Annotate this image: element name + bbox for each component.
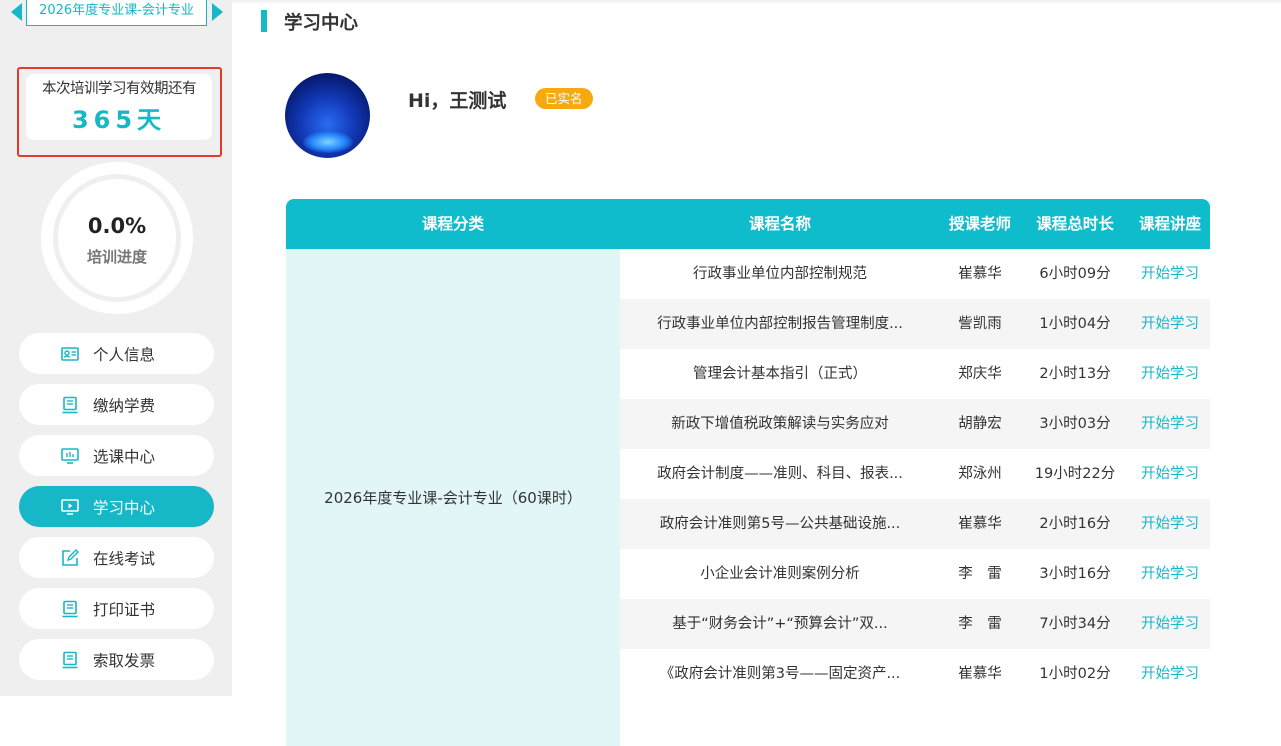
course-duration: 7小时34分 (1039, 616, 1111, 632)
start-learning-link[interactable]: 开始学习 (1130, 249, 1210, 299)
title-accent-bar (261, 10, 267, 32)
course-name: 新政下增值税政策解读与实务应对 (671, 416, 889, 432)
progress-value: 0.0% (87, 214, 147, 238)
start-learning-link[interactable]: 开始学习 (1130, 599, 1210, 649)
start-learning-link[interactable]: 开始学习 (1130, 399, 1210, 449)
progress-track (53, 174, 181, 302)
course-duration: 3小时16分 (1039, 566, 1111, 582)
main-content: 学习中心 Hi，王测试 已实名 课程分类 课程名称 授课老师 课程总时长 课程讲… (232, 0, 1281, 746)
teacher-name: 郑泳州 (958, 466, 1002, 482)
header-teacher: 授课老师 (948, 215, 1011, 233)
nav-item-course-selection[interactable]: 选课中心 (19, 435, 214, 476)
course-name: 行政事业单位内部控制规范 (693, 266, 867, 282)
course-name: 基于“财务会计”+“预算会计”双... (672, 616, 888, 632)
course-name: 政府会计准则第5号—公共基础设施... (659, 516, 901, 532)
table-row: 政府会计准则第5号—公共基础设施... 崔慕华 2小时16分 开始学习 (620, 499, 1210, 549)
course-switcher: 2026年度专业课-会计专业 (11, 0, 223, 26)
course-duration: 1小时04分 (1039, 316, 1111, 332)
course-duration: 19小时22分 (1034, 466, 1116, 482)
course-duration: 2小时16分 (1039, 516, 1111, 532)
nav-label: 打印证书 (93, 600, 156, 619)
start-learning-link[interactable]: 开始学习 (1130, 649, 1210, 699)
avatar[interactable] (285, 73, 370, 158)
course-name: 管理会计基本指引（正式） (693, 366, 867, 382)
verified-badge: 已实名 (535, 88, 593, 109)
table-header: 课程分类 课程名称 授课老师 课程总时长 课程讲座 (286, 199, 1210, 249)
course-name: 行政事业单位内部控制报告管理制度... (657, 316, 903, 332)
monitor-icon (61, 447, 79, 465)
nav-item-request-invoice[interactable]: 索取发票 (19, 639, 214, 680)
nav-label: 在线考试 (93, 549, 156, 568)
nav-label: 学习中心 (93, 498, 156, 517)
edit-icon (61, 548, 79, 567)
teacher-name: 崔慕华 (958, 516, 1002, 532)
teacher-name: 李 雷 (958, 616, 1002, 632)
teacher-name: 李 雷 (958, 566, 1002, 582)
nav-item-print-certificate[interactable]: 打印证书 (19, 588, 214, 629)
teacher-name: 訾凯雨 (958, 316, 1002, 332)
start-learning-link[interactable]: 开始学习 (1130, 349, 1210, 399)
page-title: 学习中心 (284, 13, 359, 34)
nav-item-pay-tuition[interactable]: 缴纳学费 (19, 384, 214, 425)
start-learning-link[interactable]: 开始学习 (1130, 449, 1210, 499)
id-card-icon (61, 345, 79, 363)
course-duration: 6小时09分 (1039, 266, 1111, 282)
nav-item-online-exam[interactable]: 在线考试 (19, 537, 214, 578)
course-duration: 3小时03分 (1039, 416, 1111, 432)
avatar-glow (303, 131, 353, 153)
start-learning-link[interactable]: 开始学习 (1130, 499, 1210, 549)
header-category: 课程分类 (421, 215, 484, 233)
header-course-name: 课程名称 (748, 215, 811, 233)
table-row: 政府会计制度——准则、科目、报表... 郑泳州 19小时22分 开始学习 (620, 449, 1210, 499)
header-action: 课程讲座 (1138, 215, 1201, 233)
course-name: 政府会计制度——准则、科目、报表... (657, 466, 903, 482)
invoice-icon (61, 651, 79, 669)
nav-item-personal-info[interactable]: 个人信息 (19, 333, 214, 374)
top-divider (232, 0, 1281, 4)
nav-label: 选课中心 (93, 447, 156, 466)
video-icon (61, 498, 79, 516)
payment-icon (61, 396, 79, 414)
prev-course-arrow-icon[interactable] (11, 3, 22, 21)
current-course-name[interactable]: 2026年度专业课-会计专业 (26, 0, 207, 26)
validity-label: 本次培训学习有效期还有 (42, 81, 197, 97)
course-name: 《政府会计准则第3号——固定资产... (659, 666, 901, 682)
teacher-name: 崔慕华 (958, 266, 1002, 282)
course-duration: 2小时13分 (1039, 366, 1111, 382)
printer-icon (61, 600, 79, 618)
table-row: 管理会计基本指引（正式） 郑庆华 2小时13分 开始学习 (620, 349, 1210, 399)
table-body: 2026年度专业课-会计专业（60课时） 行政事业单位内部控制规范 崔慕华 6小… (286, 249, 1210, 746)
category-cell: 2026年度专业课-会计专业（60课时） (286, 249, 620, 746)
validity-panel: 本次培训学习有效期还有 365天 (17, 67, 222, 157)
category-label: 2026年度专业课-会计专业（60课时） (324, 489, 582, 507)
header-duration: 课程总时长 (1036, 215, 1114, 233)
table-row: 基于“财务会计”+“预算会计”双... 李 雷 7小时34分 开始学习 (620, 599, 1210, 649)
validity-days: 365天 (71, 106, 167, 134)
next-course-arrow-icon[interactable] (212, 3, 223, 21)
teacher-name: 胡静宏 (958, 416, 1002, 432)
start-learning-link[interactable]: 开始学习 (1130, 299, 1210, 349)
teacher-name: 郑庆华 (958, 366, 1002, 382)
sidebar-nav: 个人信息 缴纳学费 选课中心 学习中心 在线考试 打印证书 索取发票 (19, 333, 214, 690)
course-table: 课程分类 课程名称 授课老师 课程总时长 课程讲座 2026年度专业课-会计专业… (286, 199, 1210, 746)
nav-label: 个人信息 (93, 345, 156, 364)
nav-label: 缴纳学费 (93, 396, 156, 415)
sidebar: 2026年度专业课-会计专业 本次培训学习有效期还有 365天 0.0% 培训进… (0, 0, 232, 696)
table-row: 行政事业单位内部控制规范 崔慕华 6小时09分 开始学习 (620, 249, 1210, 299)
training-progress-ring: 0.0% 培训进度 (41, 162, 193, 314)
nav-label: 索取发票 (93, 651, 156, 670)
table-row: 《政府会计准则第3号——固定资产... 崔慕华 1小时02分 开始学习 (620, 649, 1210, 699)
progress-center (58, 179, 176, 297)
teacher-name: 崔慕华 (958, 666, 1002, 682)
course-name: 小企业会计准则案例分析 (700, 566, 860, 582)
nav-item-learning-center[interactable]: 学习中心 (19, 486, 214, 527)
course-duration: 1小时02分 (1039, 666, 1111, 682)
user-greeting: Hi，王测试 (408, 90, 507, 112)
table-row: 新政下增值税政策解读与实务应对 胡静宏 3小时03分 开始学习 (620, 399, 1210, 449)
validity-card: 本次培训学习有效期还有 365天 (26, 74, 212, 140)
table-row: 行政事业单位内部控制报告管理制度... 訾凯雨 1小时04分 开始学习 (620, 299, 1210, 349)
table-row: 小企业会计准则案例分析 李 雷 3小时16分 开始学习 (620, 549, 1210, 599)
start-learning-link[interactable]: 开始学习 (1130, 549, 1210, 599)
progress-label: 培训进度 (86, 248, 147, 266)
